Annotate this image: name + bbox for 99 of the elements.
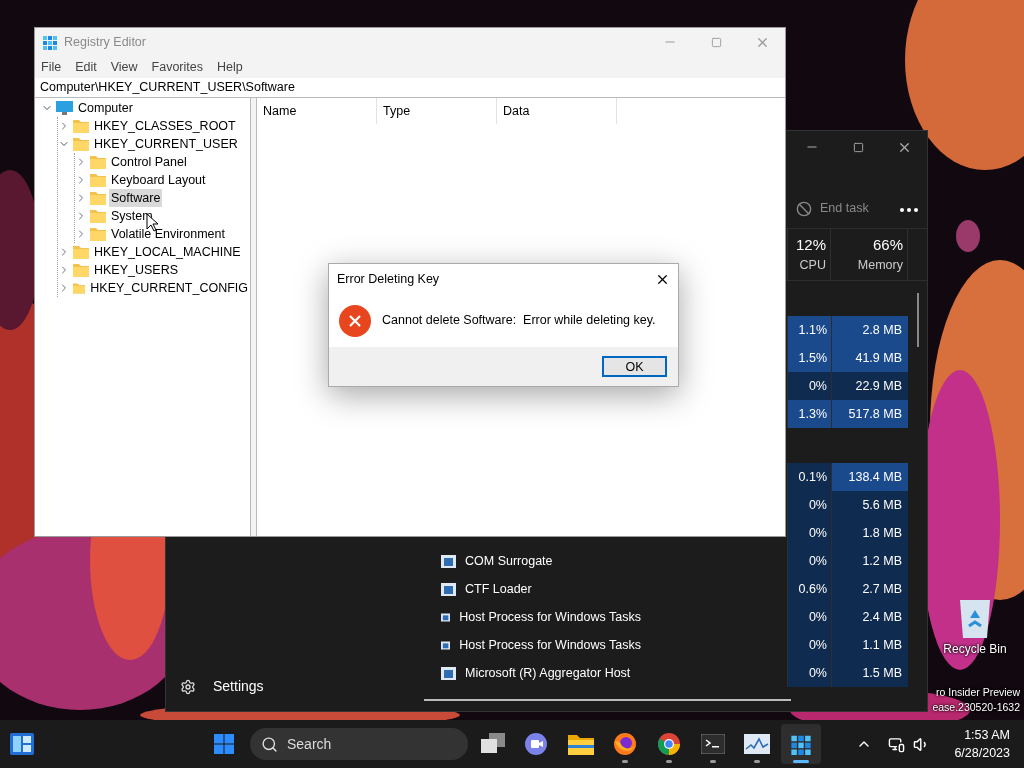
- cpu-cell: 1.3%: [788, 400, 831, 428]
- folder-icon: [73, 245, 89, 259]
- search-icon: [261, 735, 278, 753]
- settings-nav-item[interactable]: Settings: [180, 676, 406, 697]
- search-field[interactable]: Search: [250, 728, 468, 760]
- clock[interactable]: 1:53 AM 6/28/2023: [954, 726, 1010, 762]
- running-indicator: [793, 760, 809, 763]
- folder-icon: [73, 119, 89, 133]
- cpu-cell: 1.5%: [788, 344, 831, 372]
- column-header[interactable]: 66% Memory: [831, 229, 908, 280]
- tree-item[interactable]: Volatile Environment: [109, 224, 227, 244]
- folder-icon: [90, 191, 106, 205]
- tree-item[interactable]: Keyboard Layout: [109, 170, 208, 190]
- tree-item[interactable]: HKEY_CURRENT_CONFIG: [88, 278, 250, 298]
- tree-item[interactable]: HKEY_LOCAL_MACHINE: [92, 242, 243, 262]
- video-chat-icon: [525, 733, 549, 755]
- menu-item[interactable]: Edit: [75, 57, 97, 77]
- computer-icon: [56, 100, 73, 116]
- memory-cell: 2.4 MB: [831, 603, 908, 631]
- terminal-icon: [701, 734, 725, 754]
- folder-icon: [73, 137, 89, 151]
- column-header[interactable]: Type: [377, 98, 497, 124]
- no-entry-icon: [796, 200, 812, 217]
- process-icon: [441, 666, 456, 680]
- memory-cell: 1.1 MB: [831, 631, 908, 659]
- address-bar[interactable]: Computer\HKEY_CURRENT_USER\Software: [35, 78, 785, 98]
- running-indicator: [666, 760, 672, 763]
- running-indicator: [710, 760, 716, 763]
- cpu-cell: 0%: [788, 659, 831, 687]
- cpu-cell: 0%: [788, 519, 831, 547]
- folder-icon: [90, 227, 106, 241]
- memory-cell: 5.6 MB: [831, 491, 908, 519]
- folder-icon: [90, 173, 106, 187]
- memory-cell: 1.5 MB: [831, 659, 908, 687]
- cpu-cell: 0%: [788, 603, 831, 631]
- dialog-title: Error Deleting Key: [337, 270, 440, 288]
- taskbar-app-button[interactable]: [781, 724, 821, 764]
- memory-cell: 1.8 MB: [831, 519, 908, 547]
- widgets-icon: [10, 733, 34, 755]
- memory-cell: 138.4 MB: [831, 463, 908, 491]
- cpu-cell: 0.6%: [788, 575, 831, 603]
- running-indicator: [622, 760, 628, 763]
- menu-item[interactable]: File: [41, 57, 62, 77]
- memory-cell: 1.2 MB: [831, 547, 908, 575]
- folder-icon: [568, 733, 594, 755]
- running-indicator: [754, 760, 760, 763]
- network-icon[interactable]: [888, 735, 906, 753]
- tree-item[interactable]: Software: [109, 188, 163, 208]
- fox-globe-icon: [613, 732, 637, 756]
- cpu-cell: 0%: [788, 547, 831, 575]
- folder-icon: [73, 263, 89, 277]
- registry-icon: [42, 34, 58, 50]
- chrome-icon: [657, 732, 681, 756]
- task-view-icon: [481, 733, 505, 755]
- memory-cell: 22.9 MB: [831, 372, 908, 400]
- ok-button[interactable]: OK: [602, 356, 667, 377]
- column-header[interactable]: Name: [257, 98, 377, 124]
- memory-cell: 517.8 MB: [831, 400, 908, 428]
- folder-icon: [73, 281, 86, 295]
- process-name[interactable]: Host Process for Windows Tasks: [459, 607, 641, 627]
- tree-item[interactable]: Control Panel: [109, 152, 189, 172]
- cpu-cell: 0.1%: [788, 463, 831, 491]
- scrollbar[interactable]: [916, 293, 919, 347]
- tree-item[interactable]: HKEY_CURRENT_USER: [92, 134, 240, 154]
- process-name[interactable]: Microsoft (R) Aggregator Host: [465, 663, 631, 683]
- error-message: Cannot delete Software: Error while deleting key.: [382, 312, 656, 330]
- maximize-icon: [710, 36, 722, 48]
- performance-chart-icon: [744, 734, 770, 754]
- process-icon: [441, 554, 456, 568]
- cpu-cell: 0%: [788, 631, 831, 659]
- folder-icon: [90, 155, 106, 169]
- process-name[interactable]: CTF Loader: [465, 579, 532, 599]
- error-icon: [339, 304, 371, 337]
- tree-item[interactable]: HKEY_CLASSES_ROOT: [92, 116, 238, 136]
- process-name[interactable]: Host Process for Windows Tasks: [459, 635, 641, 655]
- tree-item[interactable]: HKEY_USERS: [92, 260, 181, 280]
- registry-icon: [790, 733, 812, 755]
- cpu-cell: 0%: [788, 491, 831, 519]
- menu-item[interactable]: Favorites: [151, 57, 203, 77]
- process-name[interactable]: COM Surrogate: [465, 551, 553, 571]
- column-header[interactable]: 12% CPU: [788, 229, 831, 280]
- menu-item[interactable]: View: [110, 57, 138, 77]
- cpu-cell: 0%: [788, 372, 831, 400]
- watermark-text: ro Insider Preview: [935, 685, 1020, 700]
- memory-cell: 2.8 MB: [831, 316, 908, 344]
- tree-item[interactable]: Computer: [76, 98, 135, 118]
- horizontal-scrollbar[interactable]: [424, 699, 791, 701]
- window-title: Registry Editor: [64, 33, 146, 51]
- folder-icon: [90, 209, 106, 223]
- menu-item[interactable]: Help: [217, 57, 243, 77]
- process-icon: [441, 582, 456, 596]
- windows-logo-icon: [214, 734, 234, 754]
- memory-cell: 2.7 MB: [831, 575, 908, 603]
- more-icon[interactable]: [899, 208, 918, 212]
- cpu-cell: 1.1%: [788, 316, 831, 344]
- maximize-icon: [852, 141, 864, 153]
- settings-icon: [180, 678, 196, 695]
- memory-cell: 41.9 MB: [831, 344, 908, 372]
- column-header[interactable]: Data: [497, 98, 617, 124]
